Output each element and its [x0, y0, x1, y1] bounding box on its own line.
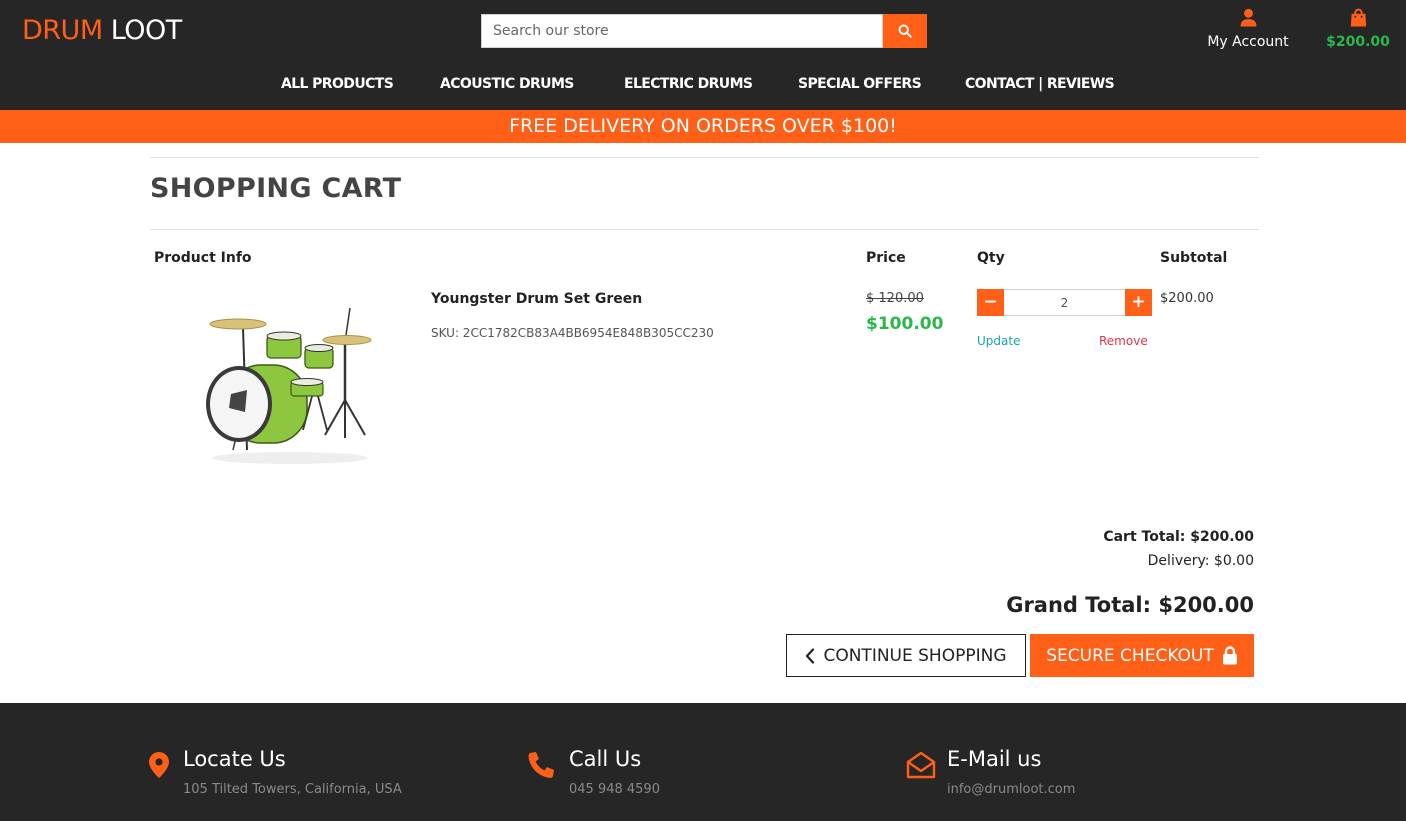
nav-contact-reviews[interactable]: CONTACT | REVIEWS [965, 74, 1115, 94]
col-subtotal: Subtotal [1160, 250, 1228, 266]
call-number[interactable]: 045 948 4590 [569, 781, 660, 799]
locate-heading: Locate Us [183, 747, 286, 771]
logo-loot-text: LOOT [110, 15, 183, 46]
page-title: SHOPPING CART [150, 173, 402, 204]
col-qty: Qty [977, 250, 1005, 266]
nav-special-offers[interactable]: SPECIAL OFFERS [798, 74, 922, 94]
update-link[interactable]: Update [977, 333, 1020, 349]
locate-address: 105 Tilted Towers, California, USA [183, 782, 402, 797]
qty-decrease-button[interactable]: − [977, 289, 1004, 316]
footer-email-us: E-Mail us info@drumloot.com [906, 745, 1206, 805]
mini-cart[interactable]: $200.00 [1320, 8, 1396, 52]
product-sku: SKU: 2CC1782CB83A4BB6954E848B305CC230 [431, 326, 714, 340]
divider-bottom [150, 229, 1259, 230]
col-price: Price [866, 250, 906, 266]
qty-increase-button[interactable]: + [1125, 289, 1152, 316]
call-heading: Call Us [569, 747, 642, 771]
nav-acoustic-drums[interactable]: ACOUSTIC DRUMS [440, 74, 574, 94]
nav-all-products[interactable]: ALL PRODUCTS [281, 74, 394, 94]
line-subtotal: $200.00 [1160, 291, 1214, 306]
lock-icon [1222, 646, 1237, 665]
phone-icon [528, 752, 554, 778]
nav-electric-drums[interactable]: ELECTRIC DRUMS [624, 74, 753, 94]
divider-top [150, 157, 1259, 158]
search-input[interactable] [481, 14, 883, 48]
search-icon [898, 24, 912, 38]
search-button[interactable] [883, 14, 927, 48]
product-name[interactable]: Youngster Drum Set Green [431, 290, 642, 308]
secure-checkout-label: SECURE CHECKOUT [1046, 645, 1214, 666]
chevron-left-icon [806, 647, 815, 664]
logo-drum-text: DRUM [22, 15, 103, 46]
email-address[interactable]: info@drumloot.com [947, 781, 1075, 799]
footer-locate-us: Locate Us 105 Tilted Towers, California,… [148, 745, 448, 805]
site-footer: Locate Us 105 Tilted Towers, California,… [0, 703, 1406, 821]
search-bar [481, 14, 927, 48]
quantity-stepper: − + [977, 289, 1152, 316]
site-header: DRUM LOOT My Account $200.00 ALL PRODUCT… [0, 0, 1406, 110]
continue-shopping-label: CONTINUE SHOPPING [823, 645, 1007, 666]
free-delivery-banner: FREE DELIVERY ON ORDERS OVER $100! [0, 110, 1406, 143]
my-account-link[interactable]: My Account [1196, 8, 1300, 52]
shopping-bag-icon [1350, 8, 1366, 27]
qty-input[interactable] [1004, 289, 1125, 316]
grand-total: Grand Total: $200.00 [1006, 593, 1254, 617]
delivery-cost: Delivery: $0.00 [1147, 553, 1254, 569]
remove-link[interactable]: Remove [1099, 333, 1148, 349]
logo[interactable]: DRUM LOOT [22, 14, 182, 48]
product-image[interactable] [195, 290, 385, 470]
footer-call-us: Call Us 045 948 4590 [527, 745, 827, 805]
map-marker-icon [149, 752, 169, 778]
email-heading: E-Mail us [947, 747, 1042, 771]
envelope-open-icon [906, 751, 936, 779]
user-icon [1240, 8, 1256, 27]
my-account-label: My Account [1207, 34, 1289, 50]
main-nav: ALL PRODUCTS ACOUSTIC DRUMS ELECTRIC DRU… [0, 74, 1406, 94]
cart-amount: $200.00 [1326, 34, 1390, 50]
continue-shopping-button[interactable]: CONTINUE SHOPPING [786, 634, 1026, 677]
old-price: $ 120.00 [866, 291, 924, 306]
col-product-info: Product Info [154, 250, 252, 266]
cart-total: Cart Total: $200.00 [1103, 529, 1254, 545]
sale-price: $100.00 [866, 314, 944, 334]
secure-checkout-button[interactable]: SECURE CHECKOUT [1030, 634, 1254, 677]
